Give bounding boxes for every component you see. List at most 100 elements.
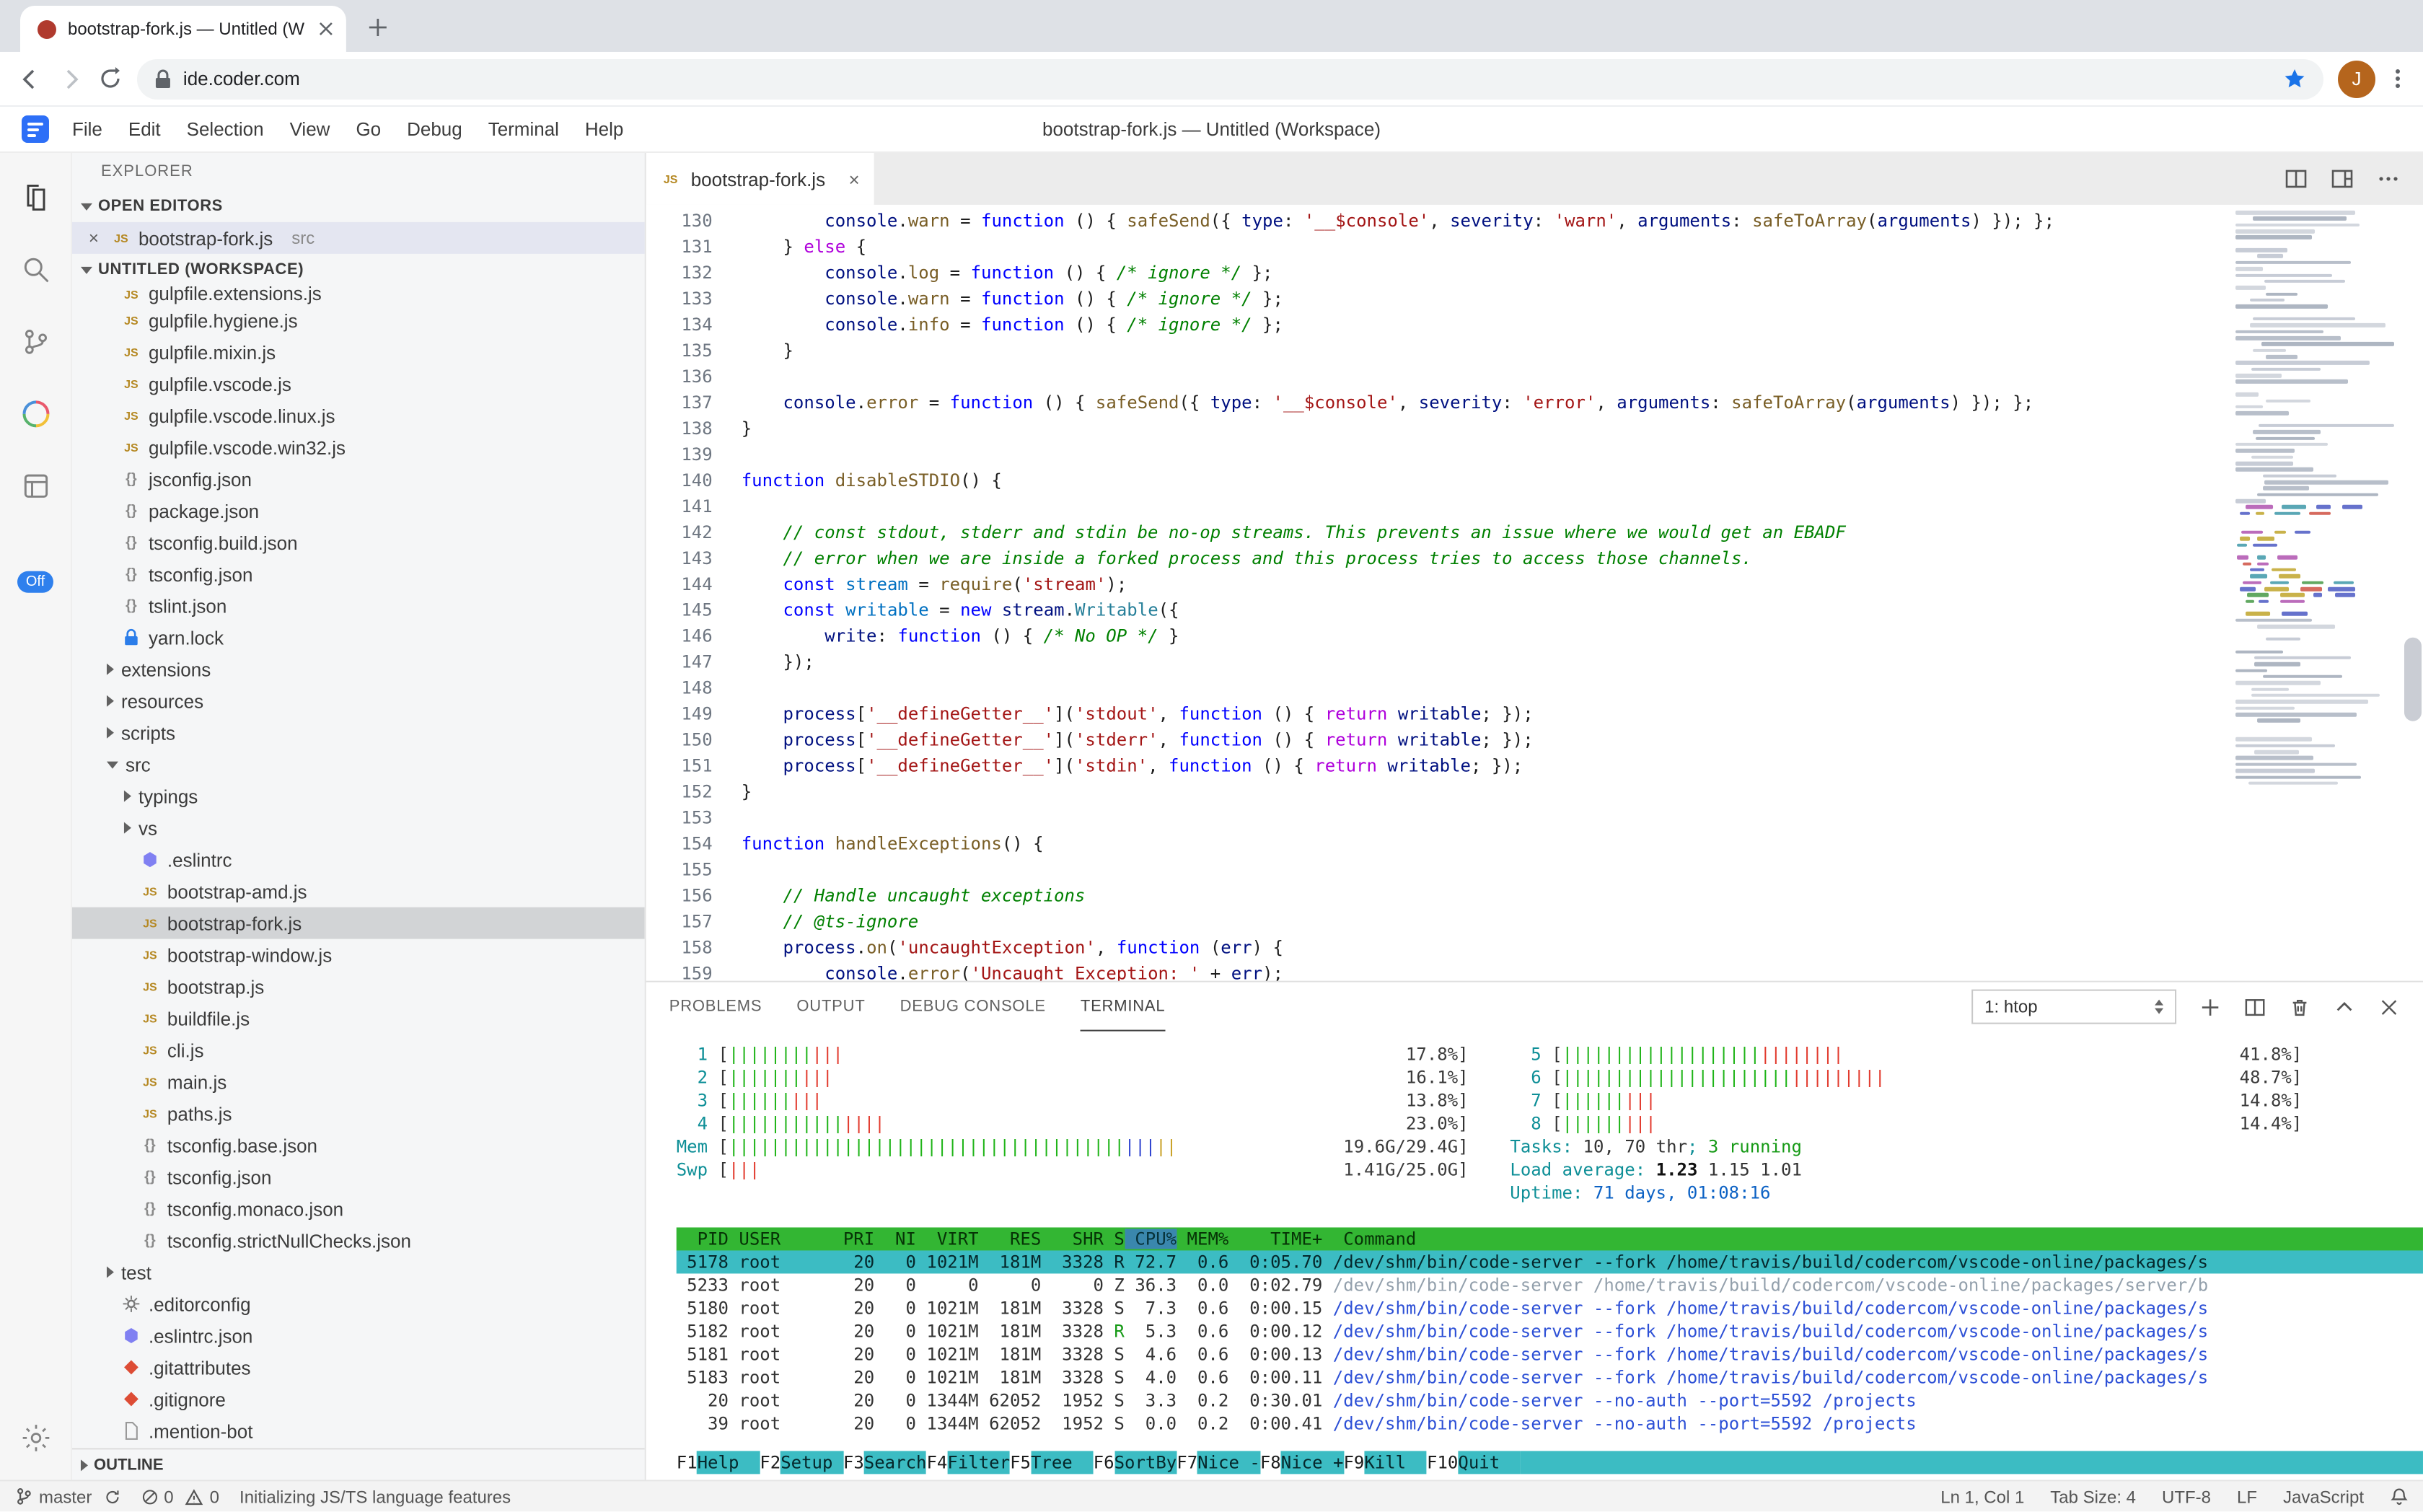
tree-item-buildfile.js[interactable]: JSbuildfile.js — [72, 1003, 645, 1034]
tree-item-jsconfig.json[interactable]: {}jsconfig.json — [72, 463, 645, 495]
tree-item-.gitattributes[interactable]: .gitattributes — [72, 1351, 645, 1383]
tree-item-bootstrap.js[interactable]: JSbootstrap.js — [72, 971, 645, 1003]
minimap-mark — [2280, 593, 2305, 597]
close-panel-icon[interactable] — [2378, 996, 2400, 1018]
profile-avatar[interactable]: J — [2338, 60, 2375, 97]
menu-terminal[interactable]: Terminal — [475, 106, 572, 152]
minimap[interactable] — [2233, 211, 2400, 981]
terminal-line: Mem [|||||||||||||||||||||||||||||||||||… — [677, 1135, 2423, 1159]
tree-item-cli.js[interactable]: JScli.js — [72, 1034, 645, 1066]
settings-gear-icon[interactable] — [11, 1413, 60, 1462]
panel-tab-problems[interactable]: PROBLEMS — [669, 983, 762, 1032]
editor-tab-bootstrap-fork[interactable]: JS bootstrap-fork.js × — [646, 153, 874, 205]
browser-tab[interactable]: bootstrap-fork.js — Untitled (W — [20, 6, 346, 52]
tree-item-tsconfig.base.json[interactable]: {}tsconfig.base.json — [72, 1130, 645, 1161]
split-terminal-icon[interactable] — [2244, 996, 2266, 1018]
tree-item-.eslintrc.json[interactable]: .eslintrc.json — [72, 1319, 645, 1351]
problems-indicator[interactable]: 0 0 — [141, 1486, 219, 1506]
toggle-layout-icon[interactable] — [2331, 167, 2354, 190]
kill-terminal-icon[interactable] — [2289, 996, 2310, 1018]
tree-item-.editorconfig[interactable]: .editorconfig — [72, 1288, 645, 1319]
panel-tab-debug-console[interactable]: DEBUG CONSOLE — [900, 983, 1046, 1032]
tree-item-tslint.json[interactable]: {}tslint.json — [72, 590, 645, 622]
tree-item-src[interactable]: src — [72, 749, 645, 781]
branch-indicator[interactable]: master — [14, 1486, 120, 1506]
tree-item-tsconfig.monaco.json[interactable]: {}tsconfig.monaco.json — [72, 1193, 645, 1225]
tree-item-vs[interactable]: vs — [72, 812, 645, 844]
encoding[interactable]: UTF-8 — [2162, 1486, 2211, 1506]
cursor-position[interactable]: Ln 1, Col 1 — [1940, 1486, 2024, 1506]
tree-item-bootstrap-fork.js[interactable]: JSbootstrap-fork.js — [72, 907, 645, 939]
tree-item-tsconfig.json[interactable]: {}tsconfig.json — [72, 558, 645, 590]
bookmark-star-icon[interactable] — [2283, 67, 2306, 90]
minimap-mark — [2254, 750, 2300, 754]
preview-box-icon[interactable] — [11, 462, 60, 511]
split-editor-icon[interactable] — [2285, 167, 2308, 190]
workspace-header[interactable]: UNTITLED (WORKSPACE) — [72, 254, 645, 286]
tree-item-gulpfile.mixin.js[interactable]: JSgulpfile.mixin.js — [72, 336, 645, 368]
code-line-154: 154function handleExceptions() { — [646, 831, 2423, 857]
tree-item-paths.js[interactable]: JSpaths.js — [72, 1098, 645, 1130]
tree-item-yarn.lock[interactable]: yarn.lock — [72, 622, 645, 654]
notifications-bell-icon[interactable] — [2390, 1487, 2409, 1506]
menu-debug[interactable]: Debug — [394, 106, 475, 152]
status-message[interactable]: Initializing JS/TS language features — [239, 1486, 511, 1506]
code-editor[interactable]: 130 console.warn = function () { safeSen… — [646, 205, 2423, 981]
tab-close-icon[interactable] — [317, 20, 335, 38]
open-editor-item[interactable]: × JS bootstrap-fork.js src — [72, 222, 645, 254]
back-button[interactable] — [17, 66, 43, 92]
tree-item-main.js[interactable]: JSmain.js — [72, 1066, 645, 1098]
menu-edit[interactable]: Edit — [115, 106, 174, 152]
tree-item-bootstrap-amd.js[interactable]: JSbootstrap-amd.js — [72, 876, 645, 907]
tree-item-scripts[interactable]: scripts — [72, 717, 645, 749]
address-bar[interactable]: ide.coder.com — [137, 58, 2323, 99]
menu-file[interactable]: File — [59, 106, 115, 152]
maximize-panel-icon[interactable] — [2334, 996, 2355, 1018]
editor-scrollbar[interactable] — [2404, 638, 2422, 721]
forward-button[interactable] — [58, 66, 84, 92]
new-terminal-icon[interactable] — [2199, 996, 2221, 1018]
tree-item-test[interactable]: test — [72, 1256, 645, 1288]
tree-item-typings[interactable]: typings — [72, 781, 645, 812]
panel-tab-terminal[interactable]: TERMINAL — [1081, 983, 1166, 1032]
menu-view[interactable]: View — [277, 106, 343, 152]
tree-item-.gitignore[interactable]: .gitignore — [72, 1383, 645, 1415]
off-badge[interactable]: Off — [17, 571, 53, 593]
new-tab-button[interactable] — [358, 7, 398, 48]
tree-item-gulpfile.vscode.win32.js[interactable]: JSgulpfile.vscode.win32.js — [72, 431, 645, 463]
open-editors-header[interactable]: OPEN EDITORS — [72, 190, 645, 222]
tree-item-tsconfig.json[interactable]: {}tsconfig.json — [72, 1161, 645, 1193]
reload-button[interactable] — [98, 66, 123, 91]
close-editor-icon[interactable]: × — [84, 228, 104, 248]
menu-go[interactable]: Go — [343, 106, 394, 152]
tree-item-gulpfile.vscode.js[interactable]: JSgulpfile.vscode.js — [72, 368, 645, 400]
tree-item-gulpfile.hygiene.js[interactable]: JSgulpfile.hygiene.js — [72, 304, 645, 336]
panel-tab-output[interactable]: OUTPUT — [796, 983, 865, 1032]
tree-item-gulpfile.extensions.js[interactable]: JSgulpfile.extensions.js — [72, 286, 645, 304]
close-tab-icon[interactable]: × — [848, 168, 859, 190]
more-actions-icon[interactable] — [2377, 167, 2400, 190]
menu-selection[interactable]: Selection — [174, 106, 277, 152]
tree-item-package.json[interactable]: {}package.json — [72, 495, 645, 527]
tree-item-tsconfig.build.json[interactable]: {}tsconfig.build.json — [72, 527, 645, 558]
tree-item-bootstrap-window.js[interactable]: JSbootstrap-window.js — [72, 939, 645, 971]
tab-size[interactable]: Tab Size: 4 — [2050, 1486, 2136, 1506]
tree-item-gulpfile.vscode.linux.js[interactable]: JSgulpfile.vscode.linux.js — [72, 400, 645, 431]
tree-item-.eslintrc[interactable]: .eslintrc — [72, 844, 645, 876]
explorer-icon[interactable] — [11, 173, 60, 222]
tree-item-.mention-bot[interactable]: .mention-bot — [72, 1415, 645, 1446]
tree-item-tsconfig.strictNullChecks.json[interactable]: {}tsconfig.strictNullChecks.json — [72, 1224, 645, 1256]
coder-logo-icon[interactable] — [22, 115, 49, 143]
eol[interactable]: LF — [2237, 1486, 2257, 1506]
search-icon[interactable] — [11, 245, 60, 294]
source-control-icon[interactable] — [11, 317, 60, 366]
terminal-selector[interactable]: 1: htop — [1971, 990, 2176, 1024]
language-mode[interactable]: JavaScript — [2283, 1486, 2364, 1506]
tree-item-extensions[interactable]: extensions — [72, 654, 645, 685]
tree-item-resources[interactable]: resources — [72, 685, 645, 717]
extension-circle-icon[interactable] — [11, 390, 60, 439]
outline-header[interactable]: OUTLINE — [72, 1448, 645, 1480]
terminal[interactable]: 1 [||||||||||| 17.8%] 5 [|||||||||||||||… — [646, 1032, 2423, 1480]
menu-help[interactable]: Help — [572, 106, 636, 152]
browser-menu-icon[interactable] — [2390, 69, 2406, 88]
